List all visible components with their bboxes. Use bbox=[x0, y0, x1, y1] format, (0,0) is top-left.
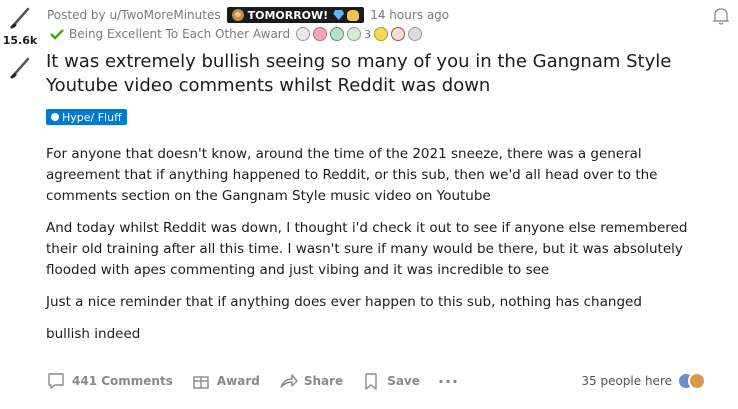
post-flair[interactable]: Hype/ Fluff bbox=[46, 109, 127, 125]
flair-icon bbox=[51, 113, 59, 121]
viewer-avatars bbox=[677, 372, 706, 390]
post-timestamp[interactable]: 14 hours ago bbox=[370, 8, 449, 22]
upvote-icon[interactable] bbox=[9, 4, 31, 30]
post-footer: 441 Comments Award Share Save ··· 35 peo… bbox=[46, 369, 706, 393]
save-button[interactable]: Save bbox=[361, 371, 420, 391]
bell-icon[interactable] bbox=[712, 6, 730, 26]
share-button[interactable]: Share bbox=[278, 371, 343, 391]
share-icon bbox=[280, 374, 298, 388]
helpful-award-icon bbox=[347, 27, 362, 41]
post-paragraph: And today whilst Reddit was down, I thou… bbox=[46, 220, 688, 278]
more-options-icon[interactable]: ··· bbox=[438, 372, 459, 391]
monkey-icon bbox=[231, 9, 244, 21]
wholesome-award-icon bbox=[330, 27, 345, 41]
heart-award-icon bbox=[313, 27, 328, 41]
avatar bbox=[688, 372, 706, 390]
comment-icon bbox=[48, 373, 64, 389]
posted-by-link[interactable]: Posted by u/TwoMoreMinutes bbox=[47, 8, 221, 22]
user-flair: TOMORROW! bbox=[226, 7, 365, 23]
comments-button[interactable]: 441 Comments bbox=[46, 371, 173, 391]
vote-score: 15.6k bbox=[2, 34, 38, 47]
post-paragraph: bullish indeed bbox=[46, 326, 141, 342]
post-paragraph: For anyone that doesn't know, around the… bbox=[46, 146, 658, 204]
gift-icon bbox=[193, 376, 209, 389]
save-label: Save bbox=[387, 374, 420, 388]
silver-award-icon bbox=[296, 27, 311, 41]
share-label: Share bbox=[303, 374, 344, 388]
viewers-indicator[interactable]: 35 people here bbox=[581, 372, 706, 390]
post-title[interactable]: It was extremely bullish seeing so many … bbox=[46, 50, 716, 98]
post-paragraph: Just a nice reminder that if anything do… bbox=[46, 294, 642, 310]
cow-award-icon bbox=[391, 27, 406, 41]
diamond-icon bbox=[333, 10, 345, 20]
post-meta: Posted by u/TwoMoreMinutes TOMORROW! 14 … bbox=[47, 6, 449, 24]
post-flair-text: Hype/ Fluff bbox=[62, 110, 122, 124]
post-body: For anyone that doesn't know, around the… bbox=[46, 144, 716, 356]
awards-row[interactable]: Being Excellent To Each Other Award 3 bbox=[50, 26, 425, 42]
award-label: Award bbox=[216, 374, 260, 388]
vote-column: 15.6k bbox=[0, 0, 40, 409]
excellent-award-icon bbox=[50, 29, 64, 40]
user-flair-text: TOMORROW! bbox=[247, 8, 329, 22]
award-button[interactable]: Award bbox=[191, 371, 260, 391]
downvote-icon[interactable] bbox=[9, 54, 31, 80]
award-label: Being Excellent To Each Other Award bbox=[69, 27, 291, 41]
raised-hands-icon bbox=[347, 9, 360, 21]
bookmark-icon bbox=[365, 373, 377, 390]
award-count: 3 bbox=[364, 27, 372, 41]
viewers-label: 35 people here bbox=[581, 374, 672, 388]
rocket-award-icon bbox=[374, 27, 389, 41]
ape-award-icon bbox=[408, 27, 423, 41]
comments-label: 441 Comments bbox=[72, 374, 173, 388]
